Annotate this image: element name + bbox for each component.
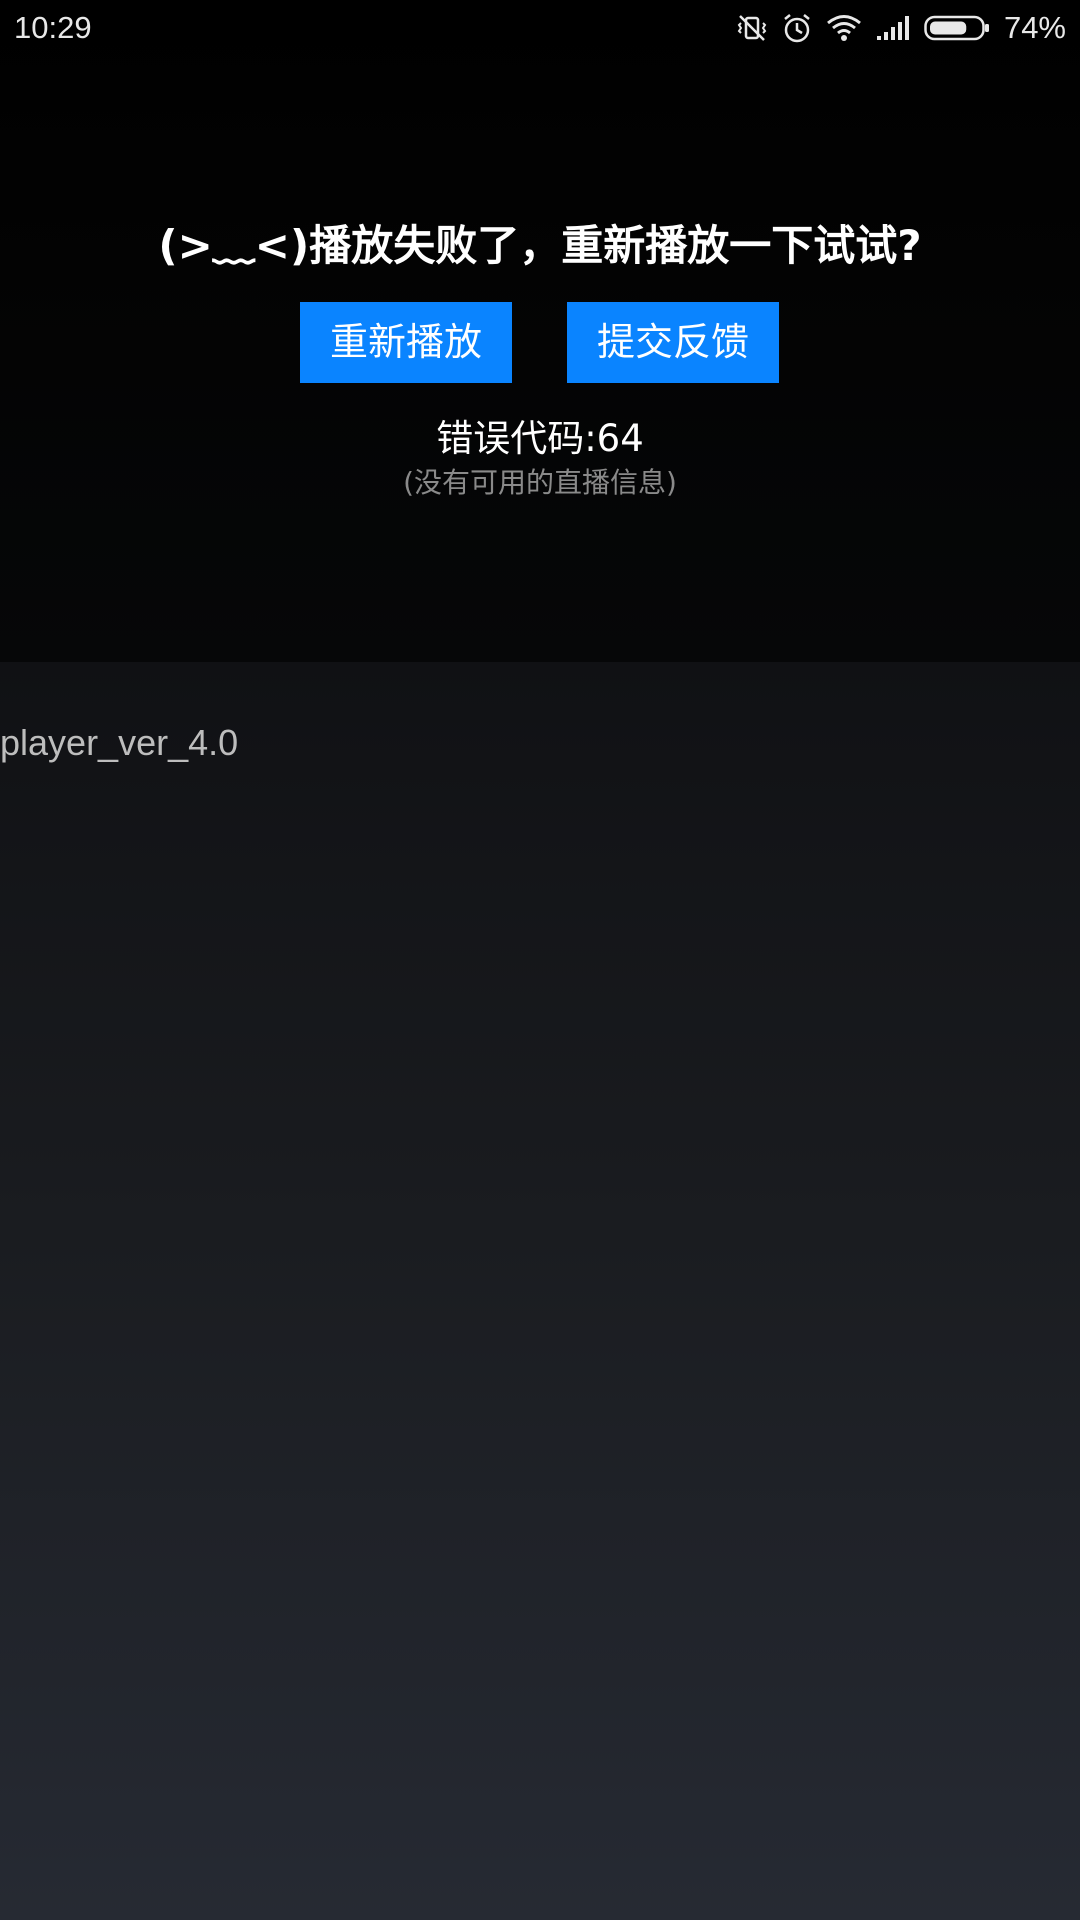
error-title: (>﹏<)播放失败了，重新播放一下试试? <box>158 221 922 270</box>
replay-button[interactable]: 重新播放 <box>300 302 512 383</box>
wifi-icon <box>826 14 862 42</box>
error-message: (没有可用的直播信息) <box>403 466 677 499</box>
status-icons: 74% <box>736 8 1066 48</box>
video-player-area[interactable] <box>0 0 1080 662</box>
battery-percent: 74% <box>1003 10 1066 45</box>
content-area <box>0 662 1080 1920</box>
vibrate-off-icon <box>736 12 768 44</box>
alarm-icon <box>782 12 812 44</box>
status-bar: 10:29 74% <box>0 0 1080 56</box>
status-time: 10:29 <box>14 10 92 45</box>
battery-icon <box>924 14 990 42</box>
signal-icon <box>876 14 910 42</box>
submit-feedback-button[interactable]: 提交反馈 <box>567 302 779 383</box>
error-code: 错误代码:64 <box>436 417 644 460</box>
player-version: player_ver_4.0 <box>0 722 239 763</box>
screen: 10:29 74% (>﹏<)播放失败了，重新播放一下试试? 重新播放 提交反馈… <box>0 0 1080 1920</box>
